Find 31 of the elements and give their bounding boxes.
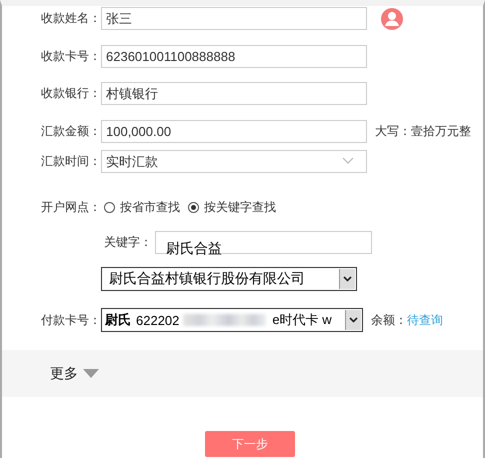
field-label: 收款卡号： bbox=[41, 48, 101, 65]
radio-label[interactable]: 按省市查找 bbox=[120, 198, 180, 216]
amount-in-words: 大写：壹拾万元整 bbox=[375, 123, 471, 140]
input-field[interactable]: 张三 bbox=[101, 7, 367, 30]
input-field[interactable]: 村镇银行 bbox=[101, 82, 367, 105]
keyword-field[interactable]: 尉氏合益 bbox=[155, 231, 372, 254]
card-select[interactable]: 尉氏 622202 e时代卡 w bbox=[101, 308, 363, 332]
card-name: 尉氏 bbox=[105, 311, 131, 329]
field-label: 汇款金额： bbox=[41, 123, 101, 140]
dropdown-field[interactable]: 实时汇款 bbox=[101, 150, 367, 173]
field-label: 收款姓名： bbox=[41, 10, 101, 27]
field-label: 汇款时间： bbox=[41, 153, 101, 170]
input-field[interactable]: 100,000.00 bbox=[101, 120, 367, 143]
field-label: 开户网点： bbox=[41, 198, 101, 216]
field-label: 付款卡号： bbox=[41, 312, 101, 328]
chevron-down-icon bbox=[342, 157, 354, 165]
more-bar[interactable]: 更多 bbox=[2, 350, 483, 397]
more-label[interactable]: 更多 bbox=[50, 364, 78, 382]
card-number: 622202 bbox=[136, 312, 180, 328]
field-label: 收款银行： bbox=[41, 85, 101, 102]
radio-label[interactable]: 按关键字查找 bbox=[204, 198, 276, 216]
caret-down-icon bbox=[83, 369, 99, 378]
input-field[interactable]: 623601001100888888 bbox=[101, 45, 367, 68]
balance-label: 余额： bbox=[371, 312, 407, 328]
card-type: e时代卡 w bbox=[272, 311, 332, 329]
radio-button[interactable] bbox=[188, 202, 199, 212]
radio-button[interactable] bbox=[104, 202, 115, 212]
keyword-value: 尉氏合益 bbox=[166, 240, 222, 256]
keyword-label: 关键字： bbox=[104, 234, 152, 251]
contact-icon[interactable] bbox=[381, 8, 403, 30]
branch-select[interactable]: 尉氏合益村镇银行股份有限公司 bbox=[101, 267, 357, 291]
